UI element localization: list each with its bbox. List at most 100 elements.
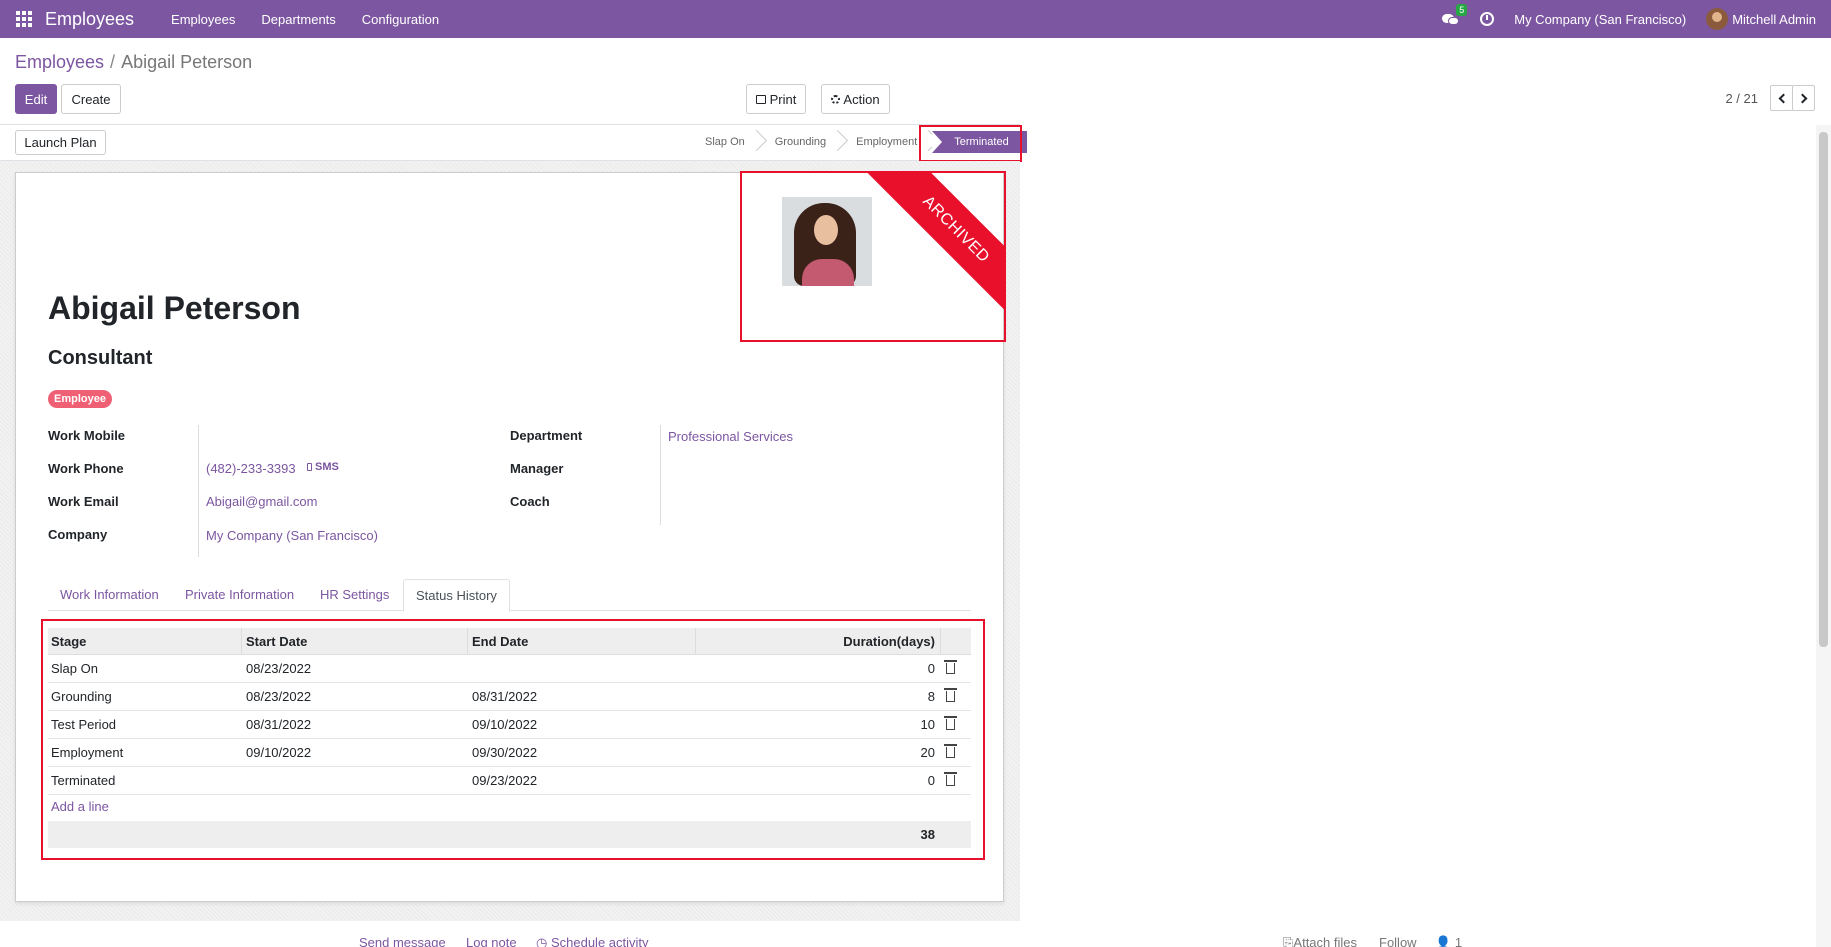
scrollbar-thumb[interactable] (1819, 132, 1828, 647)
followers-button[interactable]: 👤 1 (1435, 935, 1462, 947)
row-stage: Slap On (51, 661, 98, 676)
menu-employees[interactable]: Employees (158, 12, 248, 27)
apps-grid-icon[interactable] (16, 11, 32, 27)
action-button[interactable]: Action (821, 84, 890, 114)
top-navbar: Employees Employees Departments Configur… (0, 0, 1831, 38)
print-label: Print (769, 91, 797, 107)
work-phone-label: Work Phone (48, 461, 124, 476)
row-end-date: 09/23/2022 (472, 773, 538, 788)
sms-button[interactable]: SMS (307, 461, 339, 473)
table-header: Stage Start Date End Date Duration(days) (48, 628, 971, 655)
row-duration: 20 (920, 745, 935, 760)
schedule-activity-label: Schedule activity (550, 935, 649, 947)
table-row[interactable]: Employment 09/10/2022 09/30/2022 20 (48, 739, 971, 767)
chevron-left-icon (1778, 93, 1788, 103)
stage-grounding[interactable]: Grounding (760, 131, 841, 153)
table-row[interactable]: Grounding 08/23/2022 08/31/2022 8 (48, 683, 971, 711)
row-stage: Employment (51, 745, 124, 760)
department-label: Department (510, 428, 583, 443)
user-menu[interactable]: Mitchell Admin (1732, 12, 1816, 27)
trash-icon[interactable] (944, 744, 957, 758)
status-history-table: Stage Start Date End Date Duration(days)… (48, 628, 971, 795)
print-button[interactable]: Print (746, 84, 806, 114)
column-start-date[interactable]: Start Date (246, 628, 307, 655)
messages-icon[interactable]: 5 (1442, 4, 1468, 26)
gear-icon (831, 94, 841, 104)
create-button[interactable]: Create (61, 84, 121, 114)
schedule-activity-button[interactable]: ◷ Schedule activity (536, 935, 649, 947)
send-message-button[interactable]: Send message (359, 935, 446, 947)
field-separator-left (198, 425, 199, 557)
messages-count-badge: 5 (1456, 4, 1468, 16)
table-row[interactable]: Test Period 08/31/2022 09/10/2022 10 (48, 711, 971, 739)
manager-label: Manager (510, 461, 564, 476)
row-end-date: 09/30/2022 (472, 745, 538, 760)
navbar-systray: 5 My Company (San Francisco) Mitchell Ad… (1442, 0, 1831, 38)
app-title[interactable]: Employees (45, 9, 134, 30)
breadcrumb-employees[interactable]: Employees (15, 52, 104, 72)
user-avatar[interactable] (1706, 8, 1729, 30)
action-label: Action (843, 91, 880, 107)
row-stage: Grounding (51, 689, 112, 704)
coach-label: Coach (510, 494, 550, 509)
column-end-date[interactable]: End Date (472, 628, 528, 655)
department-value[interactable]: Professional Services (668, 429, 793, 444)
highlight-box-ribbon (740, 171, 1006, 342)
breadcrumb: Employees / Abigail Peterson (15, 52, 252, 73)
highlight-box-terminated (919, 125, 1022, 162)
field-separator-right (660, 425, 661, 525)
table-footer: 38 (48, 821, 971, 848)
pager-next-button[interactable] (1792, 85, 1815, 111)
work-mobile-label: Work Mobile (48, 428, 126, 443)
activities-clock-icon[interactable] (1480, 12, 1495, 26)
attach-files-label: Attach files (1293, 935, 1357, 947)
breadcrumb-separator: / (110, 52, 116, 72)
log-note-button[interactable]: Log note (466, 935, 517, 947)
table-row[interactable]: Terminated 09/23/2022 0 (48, 767, 971, 795)
tab-status-history[interactable]: Status History (403, 579, 510, 612)
launch-plan-button[interactable]: Launch Plan (15, 130, 106, 155)
edit-button[interactable]: Edit (15, 84, 57, 114)
pager-previous-button[interactable] (1770, 85, 1793, 111)
trash-icon[interactable] (944, 688, 957, 702)
work-email-label: Work Email (48, 494, 119, 509)
company-value[interactable]: My Company (San Francisco) (206, 528, 378, 543)
row-end-date: 08/31/2022 (472, 689, 538, 704)
column-stage[interactable]: Stage (51, 628, 86, 655)
followers-count: 1 (1454, 935, 1463, 947)
sms-label: SMS (315, 461, 339, 473)
tab-hr-settings[interactable]: HR Settings (308, 579, 401, 611)
row-duration: 0 (927, 661, 935, 676)
row-stage: Test Period (51, 717, 117, 732)
add-line-link[interactable]: Add a line (51, 799, 109, 814)
breadcrumb-current: Abigail Peterson (121, 52, 253, 72)
follow-button[interactable]: Follow (1379, 935, 1417, 947)
trash-icon[interactable] (944, 716, 957, 730)
job-title[interactable]: Consultant (48, 347, 152, 370)
attach-files-button[interactable]: ⎘Attach files (1283, 935, 1357, 947)
duration-total: 38 (920, 827, 935, 842)
tab-work-information[interactable]: Work Information (48, 579, 171, 611)
main-menu: Employees Departments Configuration (158, 12, 452, 27)
employee-name[interactable]: Abigail Peterson (48, 290, 301, 327)
print-icon (755, 94, 766, 104)
row-duration: 8 (927, 689, 935, 704)
column-duration[interactable]: Duration(days) (843, 628, 935, 655)
row-start-date: 08/23/2022 (246, 661, 312, 676)
tab-private-information[interactable]: Private Information (173, 579, 306, 611)
menu-departments[interactable]: Departments (248, 12, 348, 27)
trash-icon[interactable] (944, 772, 957, 786)
row-start-date: 09/10/2022 (246, 745, 312, 760)
trash-icon[interactable] (944, 660, 957, 674)
work-phone-value[interactable]: (482)-233-3393 (206, 461, 296, 476)
table-row[interactable]: Slap On 08/23/2022 0 (48, 655, 971, 683)
pager-value[interactable]: 2 / 21 (1725, 91, 1758, 106)
stage-slap-on[interactable]: Slap On (690, 131, 760, 153)
chevron-right-icon (1797, 93, 1807, 103)
employee-tag[interactable]: Employee (48, 390, 112, 408)
row-end-date: 09/10/2022 (472, 717, 538, 732)
company-switcher[interactable]: My Company (San Francisco) (1514, 12, 1686, 27)
menu-configuration[interactable]: Configuration (349, 12, 452, 27)
work-email-value[interactable]: Abigail@gmail.com (206, 494, 317, 509)
row-stage: Terminated (51, 773, 116, 788)
